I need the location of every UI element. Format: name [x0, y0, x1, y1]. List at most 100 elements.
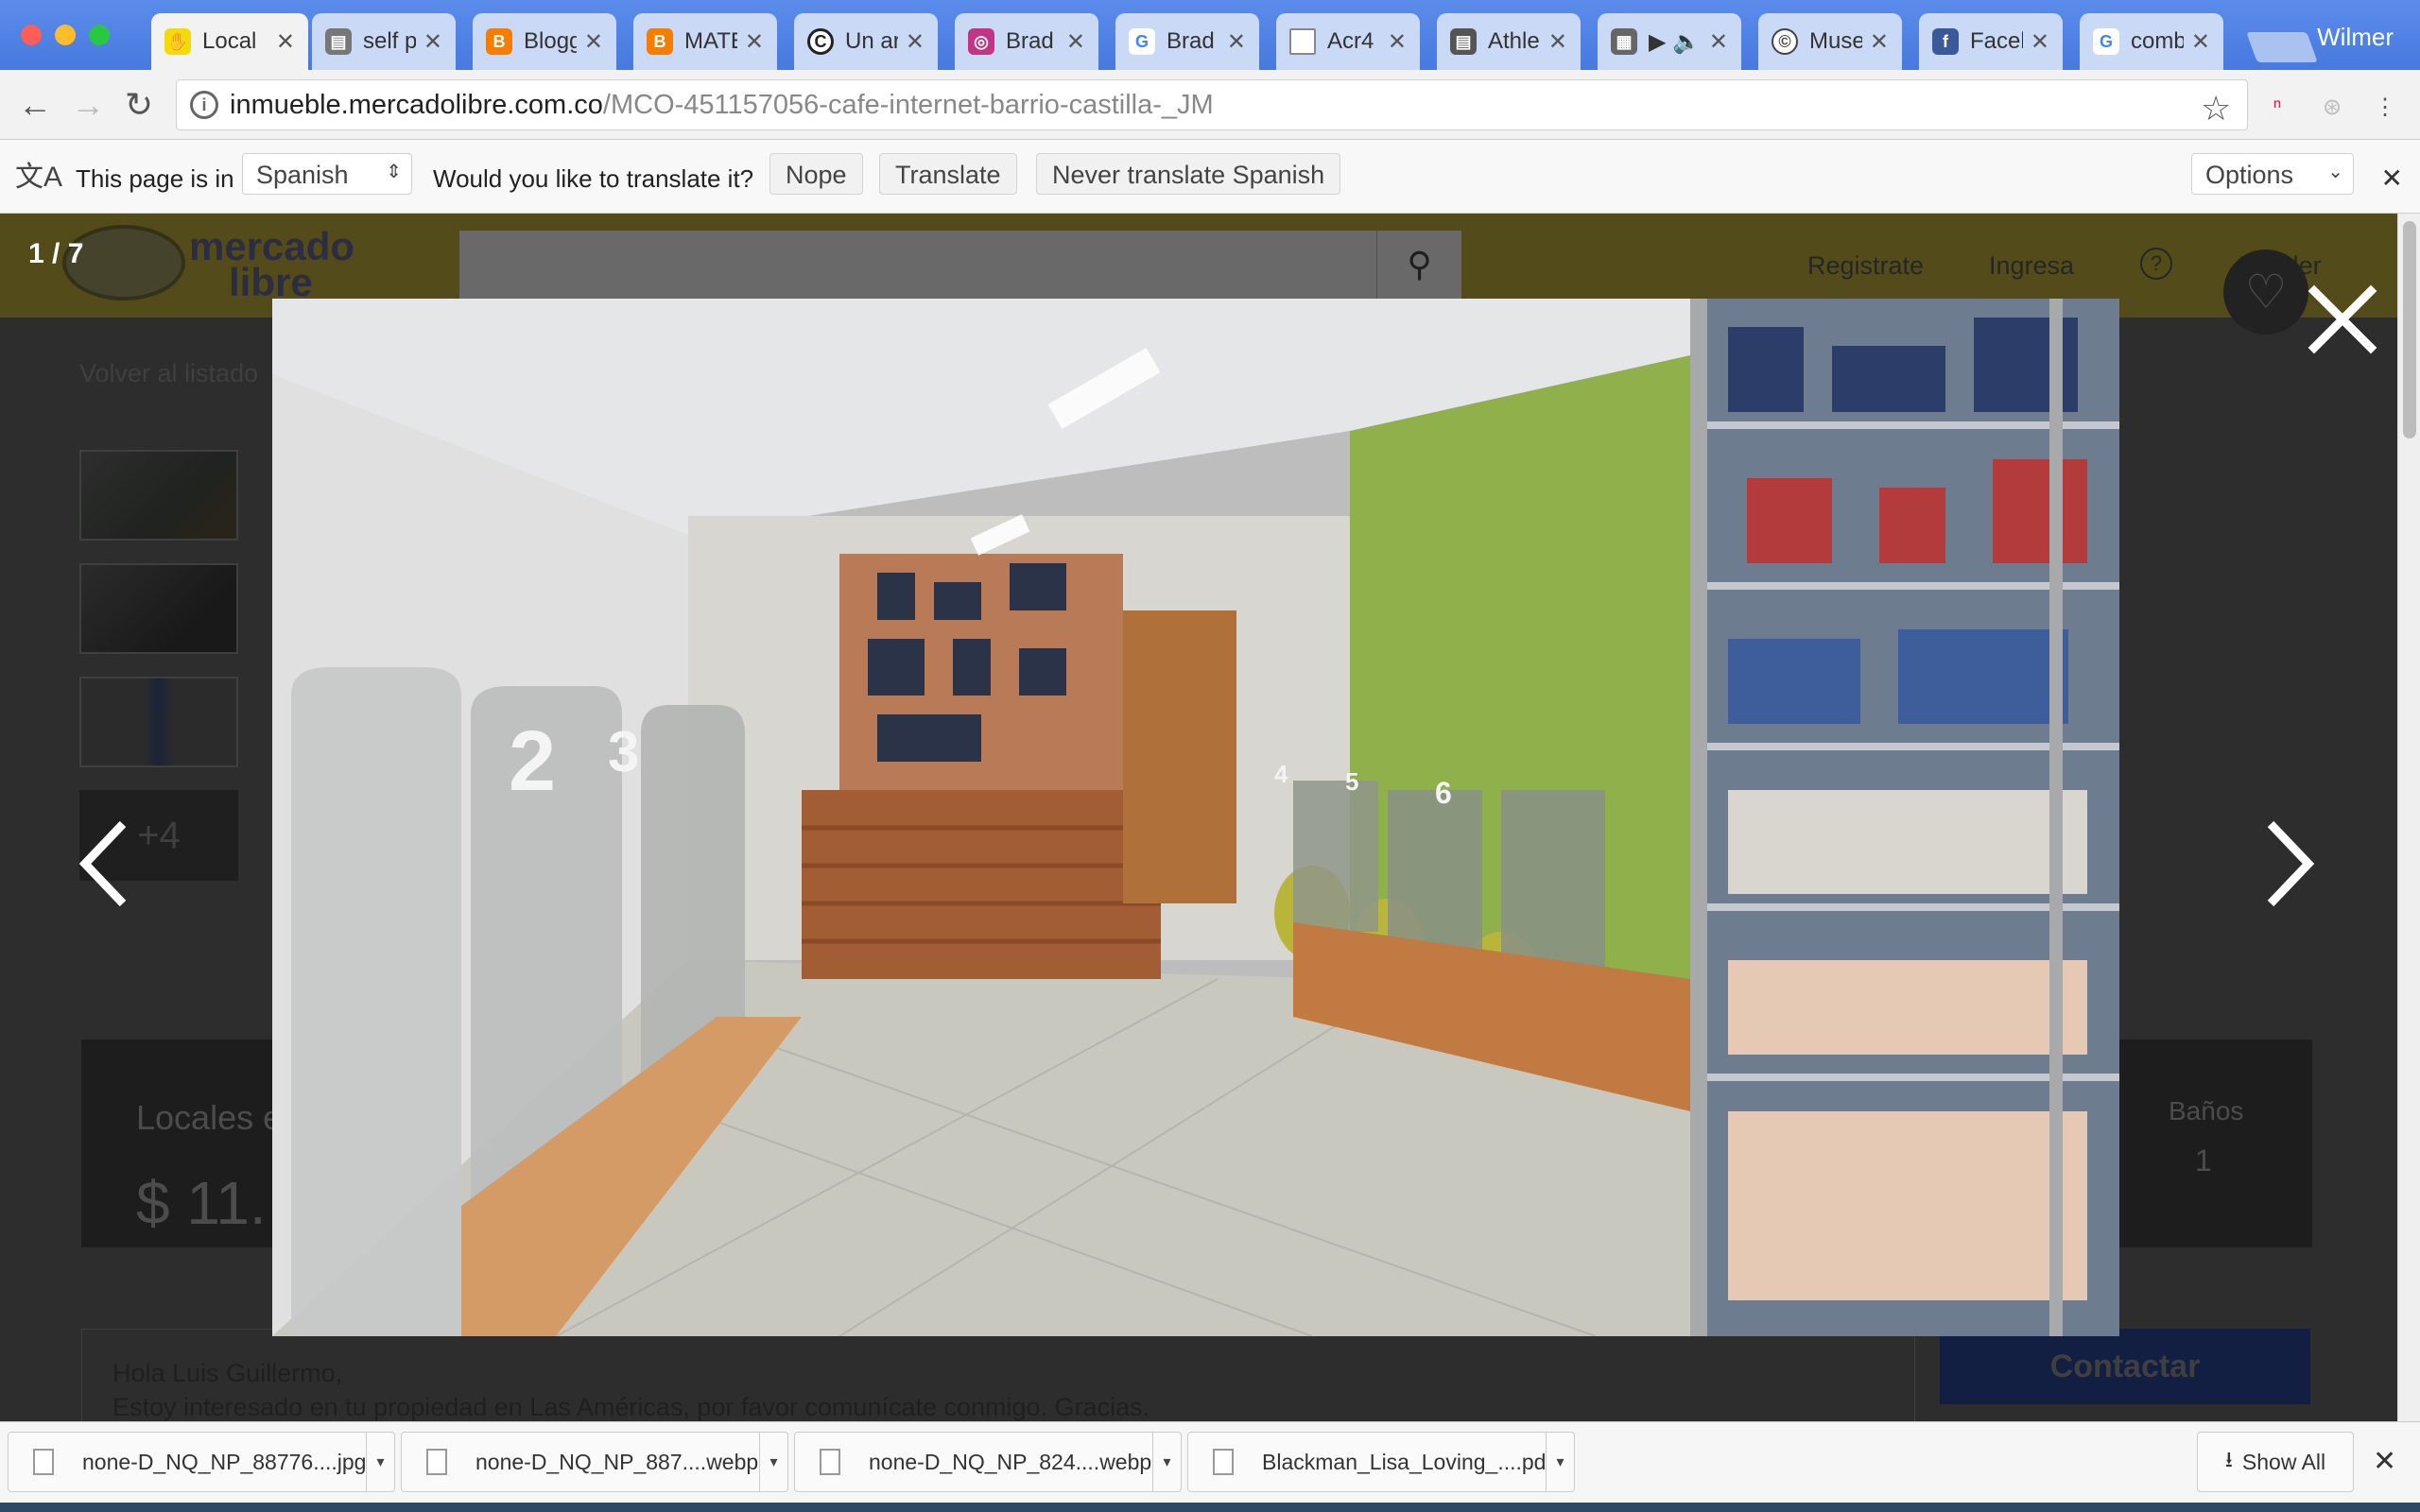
- show-all-downloads-button[interactable]: ⭳ Show All: [2197, 1432, 2354, 1492]
- close-tab-icon[interactable]: ✕: [424, 28, 442, 56]
- translate-bar: 文A This page is in Spanish ⇕ Would you li…: [0, 140, 2420, 214]
- pdf-file-icon: [1213, 1449, 1234, 1475]
- download-filename: none-D_NQ_NP_824....webp: [869, 1449, 1152, 1474]
- forward-arrow-icon[interactable]: →: [66, 83, 110, 127]
- tab-title: MATE: [684, 28, 737, 54]
- download-item[interactable]: none-D_NQ_NP_824....webp ▾: [794, 1432, 1182, 1492]
- close-tab-icon[interactable]: ✕: [1388, 28, 1407, 56]
- close-tab-icon[interactable]: ✕: [906, 28, 925, 56]
- close-tab-icon[interactable]: ✕: [1709, 28, 1728, 56]
- translate-question: Would you like to translate it?: [433, 164, 754, 193]
- zoom-window-button[interactable]: [89, 25, 110, 45]
- download-shelf: none-D_NQ_NP_88776....jpg ▾ none-D_NQ_NP…: [0, 1421, 2420, 1512]
- info-icon[interactable]: i: [190, 91, 218, 119]
- desktop-edge: [0, 1503, 2420, 1512]
- mercadolibre-icon: ✋: [164, 28, 191, 55]
- download-icon: ⭳: [2224, 1446, 2233, 1471]
- close-tab-icon[interactable]: ✕: [1227, 28, 1246, 56]
- tab-7[interactable]: Acr4 ✕: [1276, 13, 1420, 70]
- tab-11[interactable]: f Faceb ✕: [1919, 13, 2063, 70]
- tab-title: Athle: [1488, 28, 1540, 54]
- tab-5[interactable]: ◎ Brad ✕: [955, 13, 1098, 70]
- internet-cafe-photo: 2 3 4 5 6: [272, 299, 2119, 1336]
- options-label: Options: [2205, 161, 2294, 189]
- language-value: Spanish: [256, 161, 349, 189]
- google-icon: G: [2093, 28, 2119, 55]
- blogger-icon: B: [486, 28, 512, 55]
- tab-title: Muse: [1809, 28, 1862, 54]
- dropdown-arrow-icon[interactable]: ▾: [1546, 1433, 1574, 1491]
- nope-button[interactable]: Nope: [769, 153, 863, 195]
- tab-2[interactable]: B Blogg ✕: [473, 13, 616, 70]
- instagram-icon: ◎: [968, 28, 994, 55]
- never-translate-button[interactable]: Never translate Spanish: [1036, 153, 1341, 195]
- close-tab-icon[interactable]: ✕: [2191, 28, 2210, 56]
- tab-3[interactable]: B MATE ✕: [633, 13, 777, 70]
- listing-photo: 2 3 4 5 6: [272, 299, 2119, 1336]
- image-favicon-icon: ▤: [325, 28, 352, 55]
- back-arrow-icon[interactable]: ←: [13, 83, 57, 127]
- close-tab-icon[interactable]: ✕: [1870, 28, 1889, 56]
- blogger-icon: B: [647, 28, 673, 55]
- download-item[interactable]: none-D_NQ_NP_887....webp ▾: [401, 1432, 788, 1492]
- tab-title: Brad: [1167, 28, 1215, 54]
- menu-kebab-icon[interactable]: ⋮: [2369, 91, 2401, 123]
- dropdown-arrow-icon[interactable]: ▾: [1152, 1433, 1181, 1491]
- tab-strip: ✋ Local ✕ ▤ self p ✕ B Blogg ✕ B MATE ✕ …: [0, 0, 2420, 70]
- close-icon[interactable]: ✕: [2381, 163, 2403, 194]
- updown-icon: ⇕: [386, 162, 402, 182]
- close-tab-icon[interactable]: ✕: [584, 28, 603, 56]
- profile-name[interactable]: Wilmer: [2317, 23, 2394, 52]
- dropdown-arrow-icon[interactable]: ▾: [366, 1433, 394, 1491]
- minimize-window-button[interactable]: [55, 25, 76, 45]
- download-item[interactable]: Blackman_Lisa_Loving_....pdf ▾: [1187, 1432, 1575, 1492]
- tab-title: Brad: [1006, 28, 1054, 54]
- tab-4[interactable]: C Un ar ✕: [794, 13, 938, 70]
- tab-0[interactable]: ✋ Local ✕: [151, 13, 308, 70]
- close-tab-icon[interactable]: ✕: [1548, 28, 1567, 56]
- tab-title: Un ar: [845, 28, 898, 54]
- file-icon: [426, 1449, 447, 1475]
- previous-photo-arrow-icon[interactable]: [76, 816, 132, 911]
- close-tab-icon[interactable]: ✕: [1066, 28, 1085, 56]
- close-lightbox-icon[interactable]: [2307, 284, 2378, 355]
- close-tab-icon[interactable]: ✕: [276, 28, 295, 56]
- language-select[interactable]: Spanish ⇕: [242, 153, 412, 195]
- tab-title: Acr4: [1327, 28, 1374, 54]
- new-tab-button[interactable]: [2246, 32, 2318, 62]
- extension-icon[interactable]: ⁿ: [2261, 91, 2293, 123]
- reload-icon[interactable]: ↻: [117, 83, 161, 127]
- tab-10[interactable]: © Muse ✕: [1758, 13, 1902, 70]
- next-photo-arrow-icon[interactable]: [2261, 816, 2318, 911]
- tab-12[interactable]: G comb ✕: [2080, 13, 2223, 70]
- extension-icon[interactable]: ⊛: [2316, 91, 2348, 123]
- media-favicon-icon: ▦: [1611, 28, 1637, 55]
- scrollbar-thumb[interactable]: [2403, 221, 2416, 438]
- browser-toolbar: ← → ↻ i inmueble.mercadolibre.com.co/MCO…: [0, 70, 2420, 140]
- options-select[interactable]: Options ⌄: [2191, 153, 2354, 195]
- show-all-label: Show All: [2241, 1449, 2326, 1474]
- close-tab-icon[interactable]: ✕: [2031, 28, 2049, 56]
- tab-title: Faceb: [1970, 28, 2023, 54]
- c-logo-icon: C: [807, 28, 834, 55]
- tab-6[interactable]: G Brad ✕: [1115, 13, 1259, 70]
- close-window-button[interactable]: [21, 25, 42, 45]
- tab-9[interactable]: ▦ ▶ 🔈 ✕: [1598, 13, 1741, 70]
- download-filename: none-D_NQ_NP_887....webp: [475, 1449, 759, 1474]
- chevron-down-icon: ⌄: [2327, 162, 2343, 182]
- tab-8[interactable]: ▤ Athle ✕: [1437, 13, 1581, 70]
- desk-number: 2: [509, 714, 556, 809]
- download-item[interactable]: none-D_NQ_NP_88776....jpg ▾: [8, 1432, 395, 1492]
- photo-counter: 1 / 7: [28, 238, 84, 269]
- tab-1[interactable]: ▤ self p ✕: [312, 13, 456, 70]
- close-tab-icon[interactable]: ✕: [745, 28, 764, 56]
- translate-icon: 文A: [15, 162, 63, 193]
- translate-button[interactable]: Translate: [879, 153, 1017, 195]
- close-icon[interactable]: ✕: [2373, 1445, 2396, 1478]
- dropdown-arrow-icon[interactable]: ▾: [759, 1433, 787, 1491]
- address-bar[interactable]: i inmueble.mercadolibre.com.co/MCO-45115…: [176, 79, 2248, 130]
- desk-number: 4: [1274, 760, 1288, 788]
- bookmark-star-icon[interactable]: ☆: [2201, 89, 2231, 129]
- page-scrollbar[interactable]: [2397, 214, 2420, 1421]
- url-host: inmueble.mercadolibre.com.co: [230, 89, 603, 120]
